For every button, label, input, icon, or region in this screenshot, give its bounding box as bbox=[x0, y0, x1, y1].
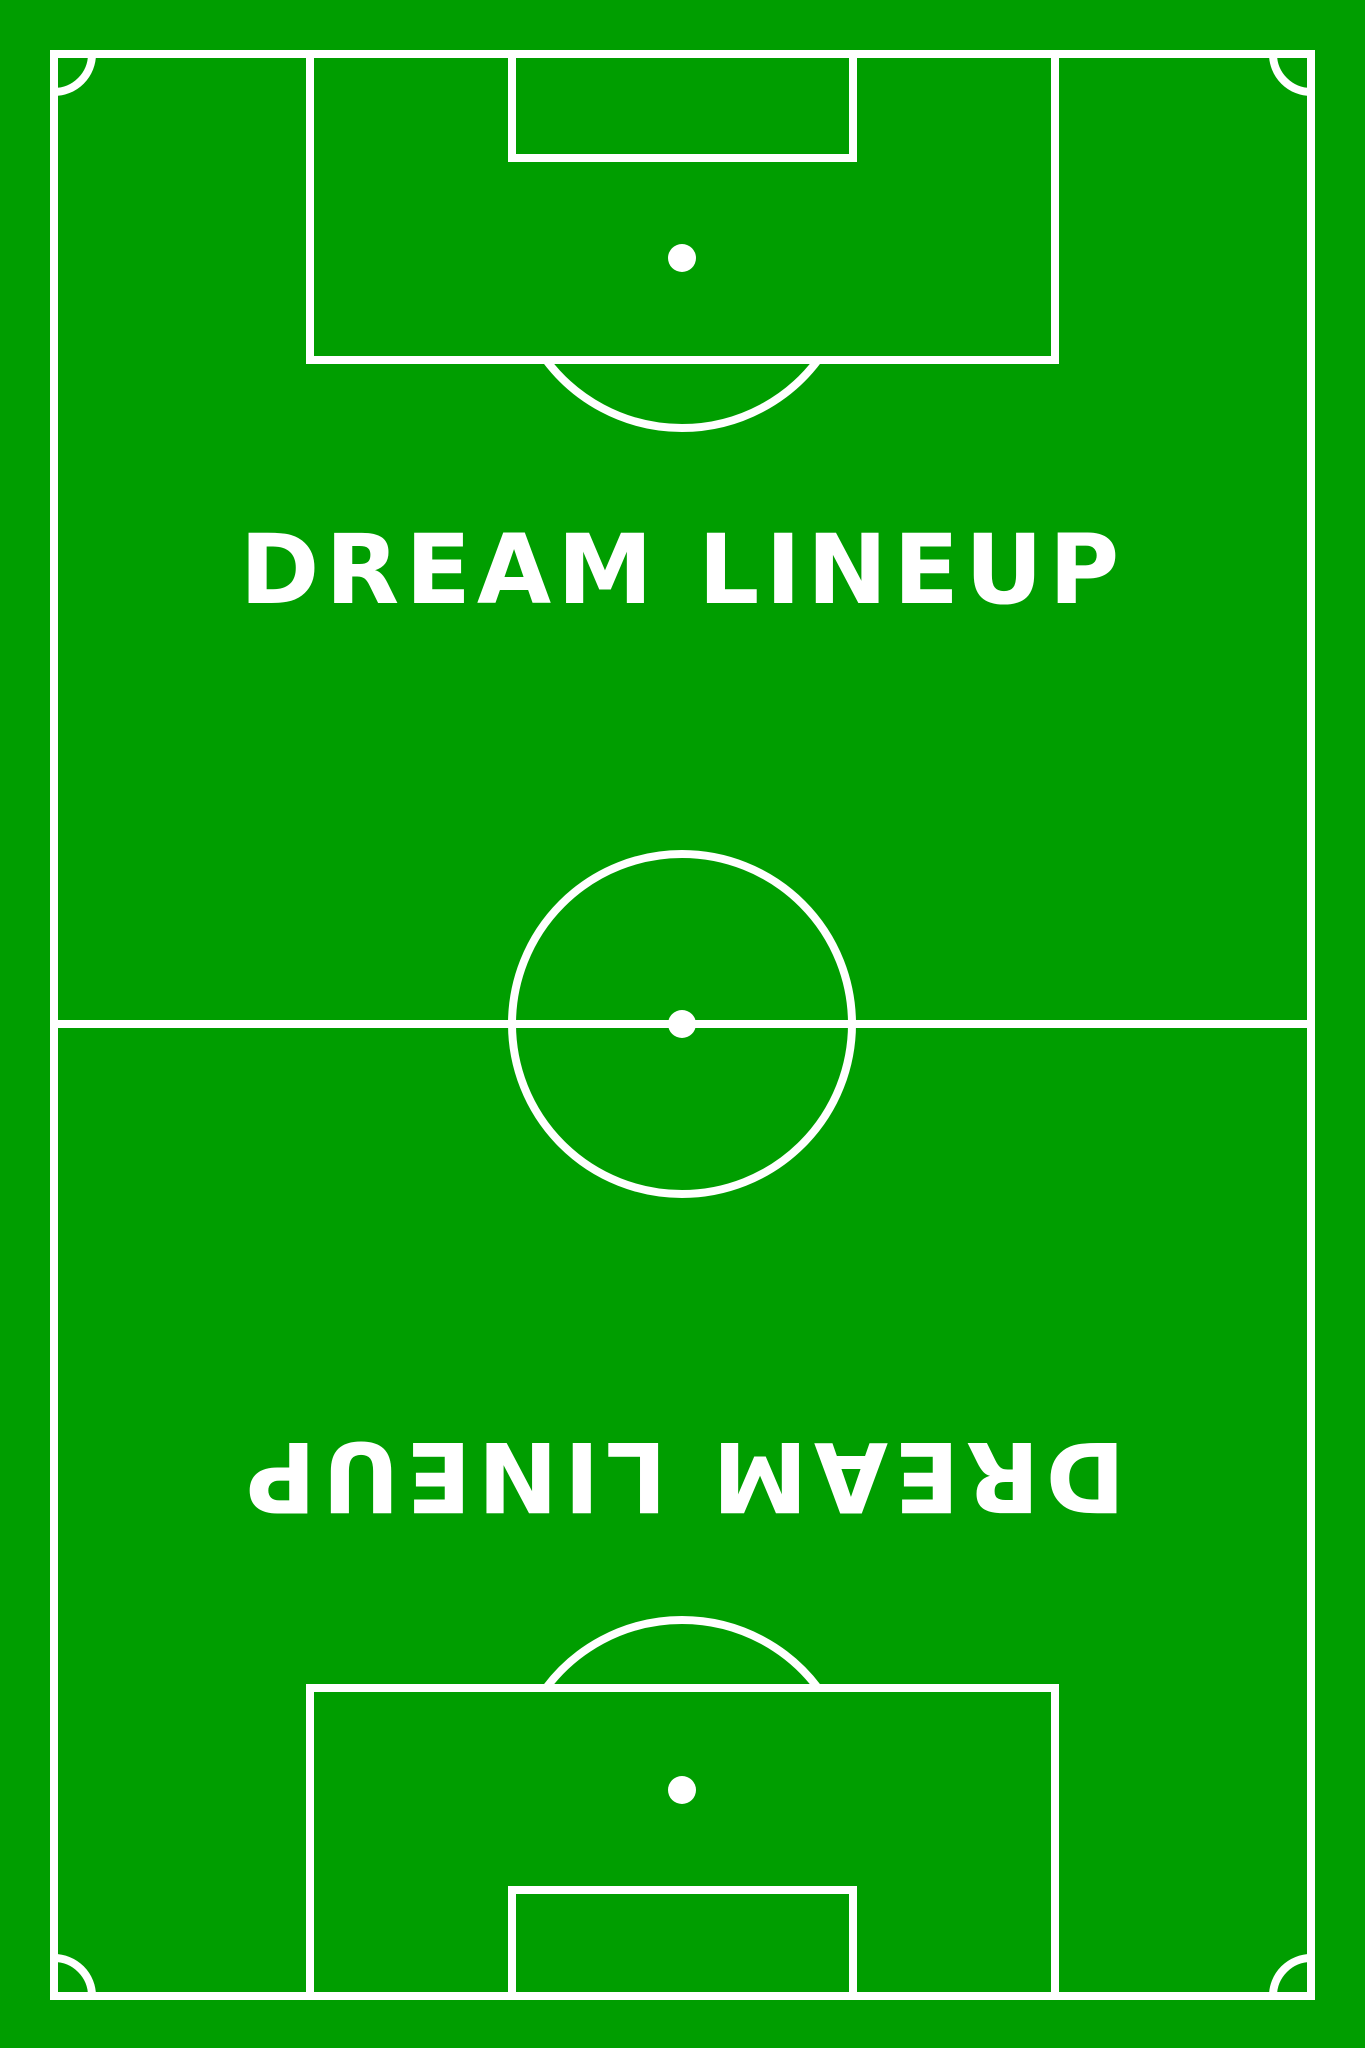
title-bottom-inverted: DREAM LINEUP bbox=[239, 1420, 1126, 1532]
soccer-pitch bbox=[0, 0, 1365, 2048]
bottom-penalty-spot bbox=[668, 1776, 696, 1804]
top-penalty-spot bbox=[668, 244, 696, 272]
center-spot bbox=[668, 1010, 696, 1038]
title-top: DREAM LINEUP bbox=[239, 514, 1126, 626]
